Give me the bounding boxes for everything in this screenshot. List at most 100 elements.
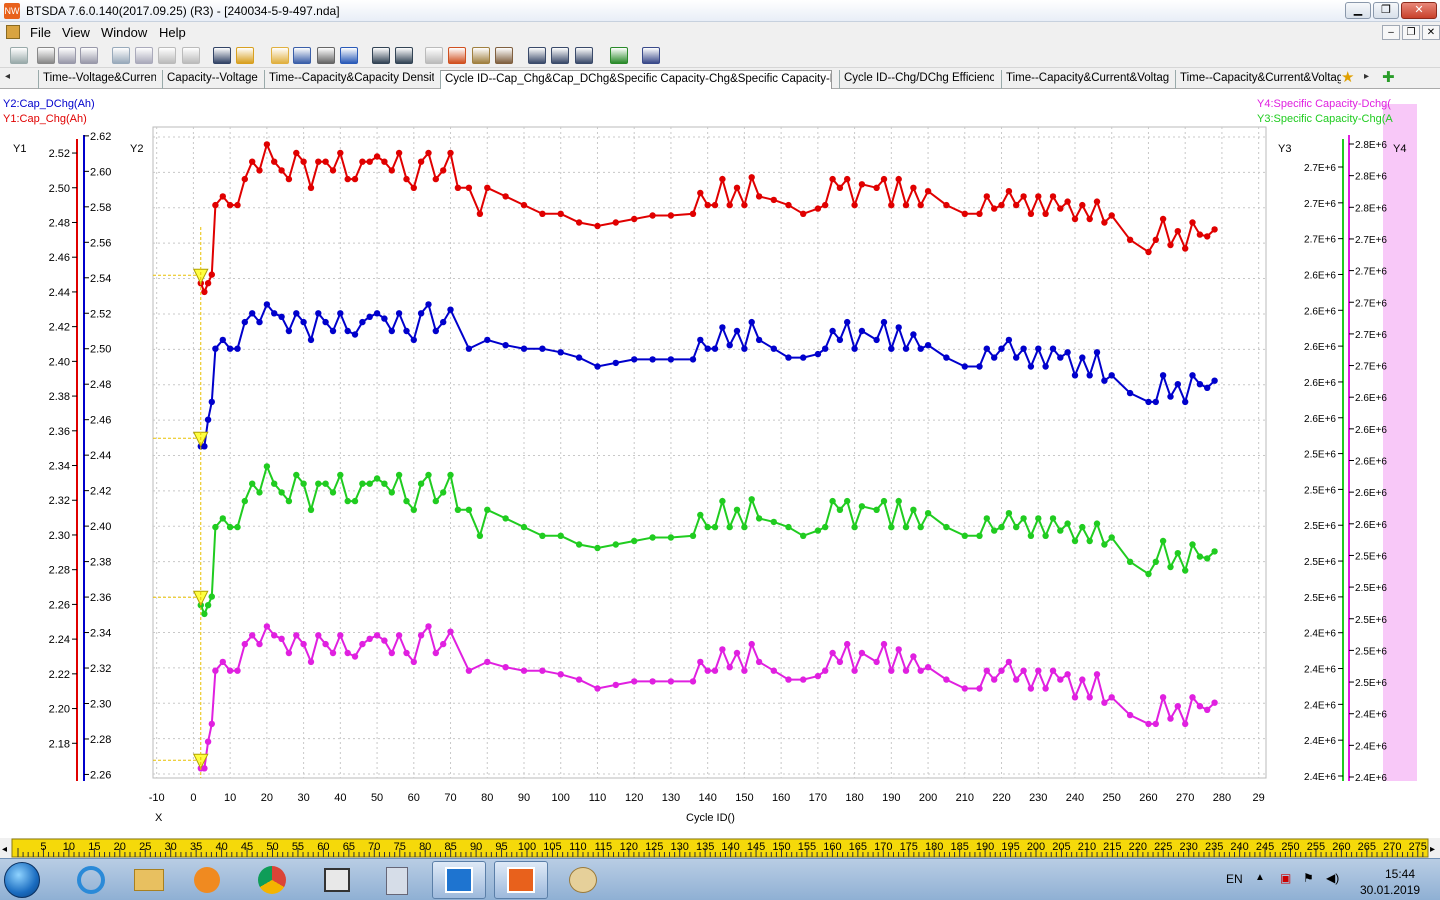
btsda-icon[interactable] [432, 861, 486, 899]
y4-tick-label: 2.5E+6 [1355, 678, 1387, 689]
specific-capacity-chg-point [465, 506, 473, 513]
language-icon[interactable] [425, 47, 443, 64]
config-icon[interactable] [472, 47, 490, 64]
specific-capacity-chg-point [1071, 537, 1079, 545]
menu-window[interactable]: Window [101, 25, 147, 40]
start-icon[interactable] [4, 862, 40, 898]
x-tick-label: 130 [662, 792, 680, 804]
network-icon[interactable]: ▣ [1280, 871, 1291, 885]
chart-export-icon[interactable] [642, 47, 660, 64]
volume-icon[interactable]: ◀) [1326, 871, 1339, 885]
y4-tick-label: 2.5E+6 [1355, 551, 1387, 562]
specific-capacity-dchg-point [447, 628, 454, 635]
tab-time-capacity-current-voltage[interactable]: Time--Capacity&Current&Voltage [1001, 70, 1169, 89]
zoom-in-icon[interactable] [58, 47, 76, 64]
layout-icon[interactable] [575, 47, 593, 64]
cap-chg-point [1027, 210, 1035, 217]
y4-tick-label: 2.8E+6 [1355, 172, 1387, 183]
tray-arrow-icon[interactable]: ▲ [1255, 872, 1265, 883]
chart[interactable]: -10 0 10 20 30 40 50 60 70 80 90 100 110 120 130 140 150… [0, 89, 1440, 838]
mdi-close-button[interactable]: ✕ [1422, 25, 1440, 40]
document-icon[interactable] [6, 25, 20, 39]
cap-dchg-point [395, 310, 403, 317]
add-tab-icon[interactable]: ✚ [1382, 68, 1395, 86]
cap-dchg-point [770, 345, 777, 352]
flag-icon[interactable]: ⚑ [1303, 871, 1314, 885]
specific-capacity-dchg-point [337, 632, 344, 639]
media-icon[interactable] [180, 861, 234, 899]
cap-dchg-point [366, 313, 373, 320]
ruler-right-arrow-icon[interactable]: ▸ [1430, 844, 1435, 855]
language-indicator[interactable]: EN [1226, 872, 1243, 886]
forward-icon[interactable] [395, 47, 413, 64]
print-icon[interactable] [317, 47, 335, 64]
mdi-restore-button[interactable]: ❐ [1402, 25, 1420, 40]
cap-dchg-point [741, 345, 748, 352]
chrome-icon[interactable] [245, 861, 299, 899]
marker-icon[interactable] [448, 47, 466, 64]
specific-capacity-chg-point [741, 523, 748, 531]
paint-icon[interactable] [556, 861, 610, 899]
specific-capacity-dchg-point [1013, 676, 1020, 683]
cap-chg-point [924, 188, 932, 195]
tab-time-capacity-current-voltage-2[interactable]: Time--Capacity&Current&Voltage [1175, 70, 1341, 89]
settings-icon[interactable] [495, 47, 513, 64]
clock-date[interactable]: 30.01.2019 [1360, 883, 1420, 897]
menu-view[interactable]: View [62, 25, 90, 40]
minimize-button[interactable]: ▁ [1345, 2, 1371, 19]
redo-icon[interactable] [182, 47, 200, 64]
tab-time-capacity-density[interactable]: Time--Capacity&Capacity Density [264, 70, 434, 89]
line-icon[interactable] [213, 47, 231, 64]
specific-capacity-chg-point [322, 480, 329, 487]
specific-capacity-dchg-point [373, 632, 381, 639]
restore-button[interactable]: ❐ [1373, 2, 1399, 19]
filter-icon[interactable] [236, 47, 254, 64]
tab-cycle-capacity[interactable]: Cycle ID--Cap_Chg&Cap_DChg&Specific Capa… [440, 70, 832, 89]
y2-tick-label: 2.54 [90, 273, 111, 285]
tab-capacity-voltage[interactable]: Capacity--Voltage [162, 70, 258, 89]
btsda-icon-2[interactable] [494, 861, 548, 899]
save-icon[interactable] [293, 47, 311, 64]
copy-icon[interactable] [135, 47, 153, 64]
help-icon[interactable] [340, 47, 358, 64]
list-icon[interactable] [551, 47, 569, 64]
ruler-label: 145 [747, 841, 765, 853]
cap-chg-point [263, 141, 271, 148]
back-icon[interactable] [372, 47, 390, 64]
table-icon[interactable] [112, 47, 130, 64]
grid-icon[interactable] [528, 47, 546, 64]
ie-icon[interactable] [64, 861, 118, 899]
pointer-icon[interactable] [37, 47, 55, 64]
cap-chg-point [226, 201, 234, 209]
tab-scroll-left-icon[interactable]: ◂ [5, 71, 10, 82]
explorer-icon[interactable] [122, 861, 176, 899]
tab-scroll-right-icon[interactable]: ▸ [1364, 71, 1369, 82]
excel-icon[interactable] [610, 47, 628, 64]
menu-file[interactable]: File [30, 25, 51, 40]
cap-dchg-point [991, 354, 998, 361]
menu-help[interactable]: Help [159, 25, 186, 40]
specific-capacity-dchg-point [344, 649, 351, 657]
y2-tick-label: 2.46 [90, 415, 111, 427]
cap-dchg-point [381, 315, 388, 322]
favorite-star-icon[interactable]: ★ [1341, 68, 1354, 86]
mdi-minimize-button[interactable]: – [1382, 25, 1400, 40]
open-folder-icon[interactable] [271, 47, 289, 64]
cap-dchg-point [943, 354, 950, 361]
y2-tick-label: 2.50 [90, 344, 111, 356]
undo-icon[interactable] [158, 47, 176, 64]
zoom-out-icon[interactable] [80, 47, 98, 64]
calculator-icon[interactable] [370, 861, 424, 899]
tab-cycle-efficiency[interactable]: Cycle ID--Chg/DChg Efficiency [839, 70, 994, 89]
box-icon[interactable] [310, 861, 364, 899]
cap-dchg-point [315, 310, 322, 317]
cap-chg-point [219, 193, 226, 200]
hand-icon[interactable] [10, 47, 28, 64]
clock-time[interactable]: 15:44 [1385, 867, 1415, 881]
close-button[interactable]: ✕ [1401, 2, 1437, 19]
cycle-ruler[interactable]: ◂ ▸ 5 10 15 20 25 30 35 40 45 50 55 60 65 70 75 80 85 90 95 1… [0, 838, 1440, 858]
cap-dchg-point [241, 318, 248, 326]
ruler-left-arrow-icon[interactable]: ◂ [2, 844, 7, 855]
cap-dchg-point [337, 310, 344, 317]
tab-time-voltage-current[interactable]: Time--Voltage&Current [38, 70, 156, 89]
